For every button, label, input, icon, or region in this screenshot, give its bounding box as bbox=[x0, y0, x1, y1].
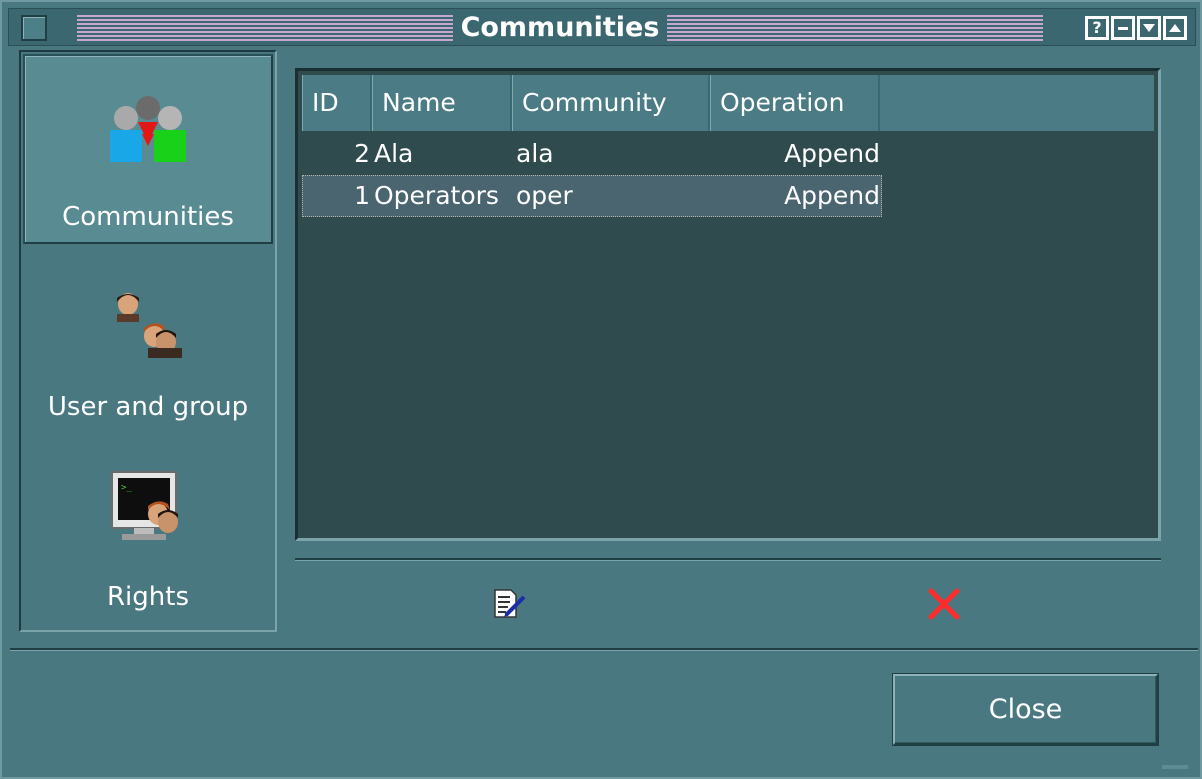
shade-button[interactable] bbox=[1137, 16, 1161, 40]
window-title: Communities bbox=[460, 12, 660, 43]
sidebar-item-label: Rights bbox=[106, 582, 189, 612]
help-icon: ? bbox=[1088, 19, 1106, 37]
divider bbox=[295, 558, 1161, 560]
sidebar-item-rights[interactable]: >_ Rights bbox=[23, 440, 273, 630]
column-header-operation[interactable]: Operation bbox=[710, 75, 880, 131]
sidebar-item-label: Communities bbox=[62, 202, 234, 232]
users-groups-icon bbox=[108, 290, 188, 364]
footer-divider bbox=[10, 648, 1198, 650]
communities-window: Communities ? Communities User and group… bbox=[0, 0, 1202, 779]
table-row[interactable]: 2 Ala ala Append bbox=[302, 133, 882, 175]
minimize-button[interactable] bbox=[1111, 16, 1135, 40]
close-button[interactable]: Close bbox=[893, 674, 1158, 745]
maximize-icon bbox=[1166, 19, 1184, 37]
cell-community: ala bbox=[516, 139, 554, 168]
cell-community: oper bbox=[516, 181, 573, 210]
column-header-id[interactable]: ID bbox=[302, 75, 372, 131]
section-sidebar: Communities User and group >_ Rights bbox=[19, 50, 277, 632]
svg-text:>_: >_ bbox=[121, 483, 132, 493]
sidebar-item-communities[interactable]: Communities bbox=[23, 54, 273, 244]
minimize-icon bbox=[1114, 19, 1132, 37]
cell-operation: Append bbox=[784, 139, 880, 168]
title-bar[interactable]: Communities ? bbox=[8, 8, 1196, 46]
communities-icon bbox=[108, 94, 188, 168]
table-row-selected[interactable]: 1 Operators oper Append bbox=[302, 175, 882, 217]
cell-name: Operators bbox=[374, 181, 499, 210]
cell-id: 2 bbox=[354, 139, 370, 168]
column-header-name[interactable]: Name bbox=[372, 75, 512, 131]
edit-icon bbox=[492, 588, 526, 624]
title-stripes-right bbox=[667, 15, 1043, 41]
cell-id: 1 bbox=[354, 181, 370, 210]
resize-grip[interactable] bbox=[1162, 765, 1188, 769]
delete-button[interactable] bbox=[920, 582, 968, 630]
cell-name: Ala bbox=[374, 139, 414, 168]
window-menu-button[interactable] bbox=[21, 15, 47, 41]
maximize-button[interactable] bbox=[1163, 16, 1187, 40]
titlebar-buttons: ? bbox=[1085, 16, 1187, 40]
edit-button[interactable] bbox=[485, 582, 533, 630]
table-body: 2 Ala ala Append 1 Operators oper Append bbox=[302, 131, 1154, 534]
cell-operation: Append bbox=[784, 181, 880, 210]
table-header: ID Name Community Operation bbox=[302, 75, 1154, 131]
sidebar-item-label: User and group bbox=[47, 392, 249, 422]
column-header-community[interactable]: Community bbox=[512, 75, 710, 131]
delete-icon bbox=[926, 586, 962, 626]
sidebar-item-user-and-group[interactable]: User and group bbox=[23, 248, 273, 438]
communities-table[interactable]: ID Name Community Operation 2 Ala ala Ap… bbox=[295, 68, 1161, 541]
title-stripes-left bbox=[77, 15, 453, 41]
shade-down-icon bbox=[1140, 19, 1158, 37]
rights-icon: >_ bbox=[108, 470, 188, 554]
help-button[interactable]: ? bbox=[1085, 16, 1109, 40]
